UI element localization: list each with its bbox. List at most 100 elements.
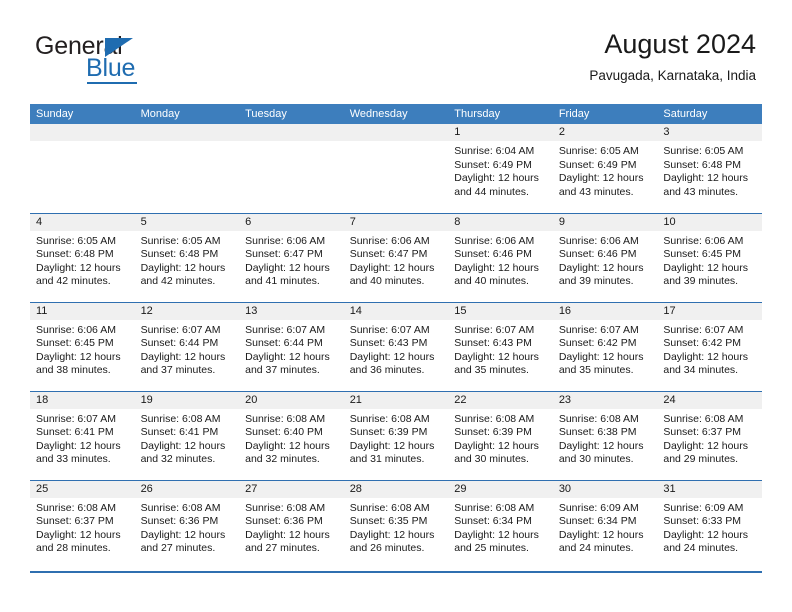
sunset-text: Sunset: 6:42 PM <box>558 337 637 349</box>
sunset-text: Sunset: 6:44 PM <box>245 337 323 349</box>
calendar-day-cell[interactable]: 21 Sunrise: 6:08 AM Sunset: 6:39 PM Dayligh… <box>343 390 449 480</box>
sunrise-text: Sunrise: 6:07 AM <box>36 412 116 425</box>
sunset-text: Sunset: 6:34 PM <box>558 515 637 527</box>
general-blue-logo[interactable]: General Blue <box>35 33 215 85</box>
weekday-header-tuesday: Tuesday <box>239 104 344 124</box>
sunset-text: Sunset: 6:45 PM <box>663 248 742 260</box>
calendar-grid: Sunday Monday Tuesday Wednesday Thursday… <box>30 104 762 569</box>
calendar-day-cell[interactable]: 26 Sunrise: 6:08 AM Sunset: 6:36 PM Dayligh… <box>134 479 240 570</box>
day-cell-details: Sunrise: 6:06 AM Sunset: 6:46 PM Daylight:… <box>448 231 553 289</box>
sunset-text: Sunset: 6:42 PM <box>663 337 742 349</box>
day-cell-details: Sunrise: 6:08 AM Sunset: 6:39 PM Daylight:… <box>448 409 553 467</box>
calendar-day-cell[interactable]: 22 Sunrise: 6:08 AM Sunset: 6:39 PM Dayligh… <box>448 390 553 480</box>
title-block: August 2024 Pavugada, Karnataka, India <box>589 28 756 86</box>
day-number: 18 <box>30 391 135 409</box>
day-number: 2 <box>552 124 658 141</box>
day-cell-details: Sunrise: 6:05 AM Sunset: 6:48 PM Daylight:… <box>135 231 240 289</box>
sunset-text: Sunset: 6:39 PM <box>454 426 532 438</box>
day-cell-inner: 23 Sunrise: 6:08 AM Sunset: 6:38 PM Dayligh… <box>552 391 658 480</box>
sunrise-text: Sunrise: 6:09 AM <box>663 501 744 514</box>
sunrise-text: Sunrise: 6:06 AM <box>454 234 535 247</box>
day-cell-inner: 18 Sunrise: 6:07 AM Sunset: 6:41 PM Dayligh… <box>30 391 135 480</box>
day-cell-details: Sunrise: 6:09 AM Sunset: 6:33 PM Daylight:… <box>657 498 762 556</box>
sunrise-text: Sunrise: 6:08 AM <box>454 412 535 425</box>
calendar-day-cell[interactable]: 7 Sunrise: 6:06 AM Sunset: 6:47 PM Daylight… <box>343 212 449 302</box>
sunrise-text: Sunrise: 6:09 AM <box>558 501 639 514</box>
sunset-text: Sunset: 6:37 PM <box>663 426 742 438</box>
calendar-day-cell[interactable]: 4 Sunrise: 6:05 AM Sunset: 6:48 PM Daylight… <box>30 212 135 302</box>
day-cell-details: Sunrise: 6:08 AM Sunset: 6:38 PM Daylight:… <box>553 409 658 467</box>
calendar-day-cell[interactable]: 2 Sunrise: 6:05 AM Sunset: 6:49 PM Daylight… <box>552 124 658 213</box>
sunrise-text: Sunrise: 6:07 AM <box>454 323 535 336</box>
calendar-day-cell[interactable]: 24 Sunrise: 6:08 AM Sunset: 6:37 PM Dayligh… <box>657 390 762 480</box>
calendar-cell-empty[interactable] <box>134 124 240 213</box>
calendar-day-cell[interactable]: 15 Sunrise: 6:07 AM Sunset: 6:43 PM Dayligh… <box>448 301 553 391</box>
daylight-text: Daylight: 12 hours and 24 minutes. <box>558 528 644 555</box>
calendar-day-cell[interactable]: 31 Sunrise: 6:09 AM Sunset: 6:33 PM Dayligh… <box>657 479 762 570</box>
calendar-day-cell[interactable]: 23 Sunrise: 6:08 AM Sunset: 6:38 PM Dayligh… <box>552 390 658 480</box>
calendar-day-cell[interactable]: 25 Sunrise: 6:08 AM Sunset: 6:37 PM Dayligh… <box>30 479 135 569</box>
daylight-text: Daylight: 12 hours and 39 minutes. <box>663 261 749 288</box>
calendar-day-cell[interactable]: 20 Sunrise: 6:08 AM Sunset: 6:40 PM Dayligh… <box>239 390 344 480</box>
day-cell-inner: 26 Sunrise: 6:08 AM Sunset: 6:36 PM Dayligh… <box>134 480 240 570</box>
day-cell-inner: 24 Sunrise: 6:08 AM Sunset: 6:37 PM Dayligh… <box>657 391 762 480</box>
calendar-day-cell[interactable]: 10 Sunrise: 6:06 AM Sunset: 6:45 PM Dayligh… <box>657 212 762 302</box>
day-cell-inner <box>30 124 135 213</box>
day-cell-inner: 22 Sunrise: 6:08 AM Sunset: 6:39 PM Dayligh… <box>448 391 553 480</box>
calendar-day-cell[interactable]: 27 Sunrise: 6:08 AM Sunset: 6:36 PM Dayligh… <box>239 479 344 569</box>
calendar-day-cell[interactable]: 1 Sunrise: 6:04 AM Sunset: 6:49 PM Daylight… <box>448 124 553 213</box>
day-cell-inner: 11 Sunrise: 6:06 AM Sunset: 6:45 PM Dayligh… <box>30 302 135 391</box>
calendar-day-cell[interactable]: 16 Sunrise: 6:07 AM Sunset: 6:42 PM Dayligh… <box>552 301 658 391</box>
day-cell-details: Sunrise: 6:08 AM Sunset: 6:37 PM Daylight:… <box>657 409 762 467</box>
day-number: 23 <box>552 391 658 409</box>
day-cell-details: Sunrise: 6:06 AM Sunset: 6:46 PM Daylight:… <box>553 231 658 289</box>
day-number <box>30 124 135 141</box>
calendar-day-cell[interactable]: 19 Sunrise: 6:08 AM Sunset: 6:41 PM Dayligh… <box>134 390 240 480</box>
calendar-day-cell[interactable]: 18 Sunrise: 6:07 AM Sunset: 6:41 PM Dayligh… <box>30 390 135 480</box>
day-cell-details: Sunrise: 6:08 AM Sunset: 6:39 PM Daylight:… <box>344 409 449 467</box>
day-cell-inner: 21 Sunrise: 6:08 AM Sunset: 6:39 PM Dayligh… <box>343 391 449 480</box>
sunrise-text: Sunrise: 6:08 AM <box>245 412 326 425</box>
calendar-cell-empty[interactable] <box>239 124 344 213</box>
calendar-day-cell[interactable]: 14 Sunrise: 6:07 AM Sunset: 6:43 PM Dayligh… <box>343 301 449 391</box>
calendar-day-cell[interactable]: 9 Sunrise: 6:06 AM Sunset: 6:46 PM Daylight… <box>552 212 658 302</box>
calendar-cell-empty[interactable] <box>343 124 449 213</box>
daylight-text: Daylight: 12 hours and 43 minutes. <box>558 172 644 198</box>
day-cell-inner: 19 Sunrise: 6:08 AM Sunset: 6:41 PM Dayligh… <box>134 391 240 480</box>
sunrise-text: Sunrise: 6:06 AM <box>663 234 744 247</box>
calendar-day-cell[interactable]: 6 Sunrise: 6:06 AM Sunset: 6:47 PM Daylight… <box>239 212 344 302</box>
calendar-cell-empty[interactable] <box>30 124 135 213</box>
day-cell-inner: 9 Sunrise: 6:06 AM Sunset: 6:46 PM Daylight… <box>552 213 658 302</box>
calendar-day-cell[interactable]: 12 Sunrise: 6:07 AM Sunset: 6:44 PM Dayligh… <box>134 301 240 391</box>
weekday-header-sunday: Sunday <box>30 104 135 124</box>
sunrise-text: Sunrise: 6:06 AM <box>245 234 326 247</box>
day-number: 17 <box>657 302 762 320</box>
calendar-day-cell[interactable]: 8 Sunrise: 6:06 AM Sunset: 6:46 PM Daylight… <box>448 212 553 302</box>
calendar-day-cell[interactable]: 13 Sunrise: 6:07 AM Sunset: 6:44 PM Dayligh… <box>239 301 344 391</box>
sunset-text: Sunset: 6:48 PM <box>663 158 742 171</box>
calendar-day-cell[interactable]: 11 Sunrise: 6:06 AM Sunset: 6:45 PM Dayligh… <box>30 301 135 391</box>
day-number: 13 <box>239 302 344 320</box>
calendar-day-cell[interactable]: 29 Sunrise: 6:08 AM Sunset: 6:34 PM Dayligh… <box>448 479 553 569</box>
sunset-text: Sunset: 6:45 PM <box>36 337 114 349</box>
day-number: 15 <box>448 302 553 320</box>
weekday-header-saturday: Saturday <box>657 104 762 124</box>
daylight-text: Daylight: 12 hours and 37 minutes. <box>245 350 330 377</box>
calendar-day-cell[interactable]: 5 Sunrise: 6:05 AM Sunset: 6:48 PM Daylight… <box>134 212 240 302</box>
day-number: 29 <box>448 480 553 498</box>
day-cell-inner: 31 Sunrise: 6:09 AM Sunset: 6:33 PM Dayligh… <box>657 480 762 570</box>
sunrise-text: Sunrise: 6:05 AM <box>558 145 639 157</box>
sunset-text: Sunset: 6:46 PM <box>558 248 637 260</box>
daylight-text: Daylight: 12 hours and 31 minutes. <box>349 439 435 466</box>
calendar-day-cell[interactable]: 3 Sunrise: 6:05 AM Sunset: 6:48 PM Daylight… <box>657 124 762 213</box>
calendar-day-cell[interactable]: 28 Sunrise: 6:08 AM Sunset: 6:35 PM Dayligh… <box>343 479 449 569</box>
daylight-text: Daylight: 12 hours and 28 minutes. <box>36 528 121 555</box>
day-cell-details: Sunrise: 6:05 AM Sunset: 6:48 PM Daylight:… <box>30 231 135 289</box>
daylight-text: Daylight: 12 hours and 25 minutes. <box>454 528 539 555</box>
sunset-text: Sunset: 6:44 PM <box>140 337 219 349</box>
calendar-day-cell[interactable]: 30 Sunrise: 6:09 AM Sunset: 6:34 PM Dayligh… <box>552 479 658 569</box>
day-cell-details: Sunrise: 6:04 AM Sunset: 6:49 PM Daylight:… <box>448 141 553 199</box>
calendar-day-cell[interactable]: 17 Sunrise: 6:07 AM Sunset: 6:42 PM Dayligh… <box>657 301 762 391</box>
weekday-header-friday: Friday <box>552 104 658 124</box>
day-cell-details: Sunrise: 6:08 AM Sunset: 6:34 PM Daylight:… <box>448 498 553 556</box>
